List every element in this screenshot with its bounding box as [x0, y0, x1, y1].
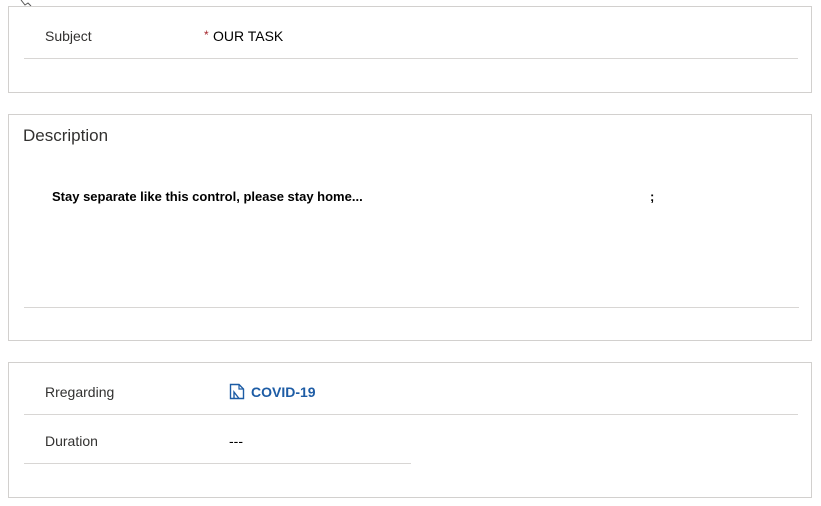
- regarding-value[interactable]: COVID-19: [251, 384, 316, 400]
- description-text[interactable]: Stay separate like this control, please …: [52, 189, 363, 204]
- duration-row[interactable]: Duration ---: [24, 416, 411, 464]
- task-form: Subject * OUR TASK Description Stay sepa…: [0, 0, 821, 506]
- description-divider: [24, 307, 799, 308]
- regarding-label: Rregarding: [45, 384, 115, 400]
- regarding-row: Rregarding COVID-19: [24, 367, 798, 415]
- record-icon: [229, 383, 245, 400]
- subject-section: Subject * OUR TASK: [8, 6, 812, 93]
- duration-value[interactable]: ---: [229, 433, 243, 449]
- description-section: Description Stay separate like this cont…: [8, 114, 812, 341]
- required-indicator: *: [204, 28, 209, 42]
- details-section: Rregarding COVID-19 Duration ---: [8, 362, 812, 498]
- description-trailing-text[interactable]: ;: [650, 189, 654, 204]
- subject-row[interactable]: Subject * OUR TASK: [24, 11, 798, 59]
- duration-label: Duration: [45, 433, 98, 449]
- subject-value[interactable]: OUR TASK: [213, 28, 283, 44]
- subject-label: Subject: [45, 28, 92, 44]
- regarding-lookup-link[interactable]: COVID-19: [229, 383, 316, 400]
- description-title: Description: [23, 126, 109, 145]
